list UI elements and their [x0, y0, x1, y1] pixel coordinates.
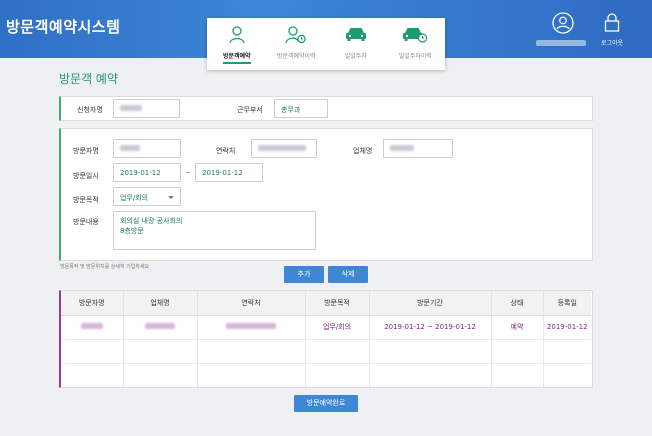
contact-field[interactable]	[251, 139, 317, 158]
visit-form-panel: 방문자명 연락처 업체명 방문일시 2019-01-12 ~ 2019-01-1…	[59, 128, 593, 261]
blurred-value	[390, 145, 414, 151]
car-history-icon	[403, 28, 428, 43]
date-to-field[interactable]: 2019-01-12	[195, 163, 263, 182]
blurred-value	[120, 145, 140, 151]
date-label: 방문일시	[73, 172, 99, 180]
nav-visitor-reservation[interactable]: 방문객예약	[207, 18, 267, 70]
purpose-value: 업무/회의	[120, 194, 149, 202]
applicant-name-label: 신청자명	[77, 106, 103, 114]
add-button[interactable]: 추가	[284, 266, 324, 283]
table-header-row: 방문자명 업체명 연락처 방문목적 방문기간 상태 등록일	[61, 291, 591, 316]
column-header: 방문기간	[369, 291, 492, 316]
form-hint: 방문목적 및 방문위치를 상세히 기입하세요	[60, 264, 150, 270]
column-header: 방문자명	[61, 291, 124, 316]
reservation-table: 방문자명 업체명 연락처 방문목적 방문기간 상태 등록일 업무/회의 2019…	[61, 291, 591, 387]
registered-date-cell: 2019-01-12	[543, 315, 591, 340]
contact-label: 연락처	[216, 147, 236, 155]
empty-cell	[197, 339, 306, 364]
applicant-panel: 신청자명 근무부서 총무과	[59, 96, 593, 121]
nav-daily-parking[interactable]: 일일주차	[326, 18, 386, 70]
visitor-name-label: 방문자명	[73, 147, 99, 155]
empty-cell	[123, 363, 198, 387]
column-header: 등록일	[543, 291, 591, 316]
empty-cell	[369, 339, 492, 364]
empty-cell	[61, 363, 124, 387]
date-from-field[interactable]: 2019-01-12	[113, 163, 181, 182]
empty-cell	[369, 363, 492, 387]
period-cell: 2019-01-12 ~ 2019-01-12	[369, 315, 492, 340]
table-row[interactable]: 업무/회의 2019-01-12 ~ 2019-01-12 예약 2019-01…	[61, 315, 591, 340]
company-field[interactable]	[383, 139, 453, 158]
empty-cell	[305, 363, 370, 387]
user-name-blurred	[536, 40, 586, 46]
empty-cell	[123, 339, 198, 364]
visitor-name-field[interactable]	[113, 139, 181, 158]
purpose-select[interactable]: 업무/회의	[113, 187, 181, 206]
empty-cell	[305, 339, 370, 364]
nav-parking-history[interactable]: 일일주차이력	[386, 18, 446, 70]
company-cell	[123, 315, 198, 340]
logout-label: 로그아웃	[600, 40, 624, 47]
nav-label: 일일주차	[344, 53, 367, 60]
column-header: 방문목적	[305, 291, 370, 316]
nav-visitor-history[interactable]: 방문객예약이력	[267, 18, 327, 70]
company-label: 업체명	[353, 147, 373, 155]
purpose-label: 방문목적	[73, 196, 99, 204]
status-cell: 예약	[491, 315, 544, 340]
column-header: 연락처	[197, 291, 306, 316]
page-title: 방문객 예약	[59, 72, 119, 86]
purpose-cell: 업무/회의	[305, 315, 370, 340]
empty-cell	[197, 363, 306, 387]
blurred-value	[226, 323, 276, 329]
applicant-name-field[interactable]	[113, 99, 180, 118]
table-row	[61, 339, 591, 364]
empty-cell	[543, 339, 591, 364]
blurred-value	[145, 323, 175, 329]
nav-label: 방문객예약	[222, 53, 251, 60]
user-avatar-icon	[552, 12, 574, 34]
main-nav: 방문객예약 방문객예약이력 일일주차 일일주차이력	[207, 18, 445, 70]
nav-label: 일일주차이력	[398, 53, 432, 60]
user-profile[interactable]	[540, 12, 586, 34]
nav-label: 방문객예약이력	[276, 53, 316, 60]
complete-reservation-button[interactable]: 방문예약완료	[294, 395, 358, 412]
content-line: 8층방문	[120, 227, 144, 235]
column-header: 상태	[491, 291, 544, 316]
blurred-value	[80, 323, 103, 329]
date-separator: ~	[185, 169, 191, 177]
content-label: 방문내용	[73, 218, 99, 226]
content-textarea[interactable]: 회의실 내장 공사회의 8층방문	[113, 211, 316, 250]
visitor-name-cell	[61, 315, 124, 340]
person-icon	[229, 26, 245, 44]
reservation-table-panel: 방문자명 업체명 연락처 방문목적 방문기간 상태 등록일 업무/회의 2019…	[59, 290, 593, 388]
empty-cell	[491, 339, 544, 364]
dept-field[interactable]: 총무과	[274, 99, 328, 118]
dept-label: 근무부서	[237, 106, 263, 114]
person-history-icon	[285, 26, 306, 44]
chevron-down-icon	[168, 196, 174, 199]
content-line: 회의실 내장 공사회의	[120, 217, 183, 225]
blurred-value	[120, 105, 142, 111]
logout-button[interactable]: 로그아웃	[597, 12, 627, 47]
app-title: 방문객예약시스템	[6, 18, 121, 36]
empty-cell	[61, 339, 124, 364]
empty-cell	[543, 363, 591, 387]
contact-cell	[197, 315, 306, 340]
empty-cell	[491, 363, 544, 387]
table-row	[61, 363, 591, 387]
delete-button[interactable]: 삭제	[328, 266, 368, 283]
column-header: 업체명	[123, 291, 198, 316]
car-icon	[345, 28, 366, 41]
blurred-value	[258, 145, 306, 151]
lock-icon	[604, 13, 620, 32]
